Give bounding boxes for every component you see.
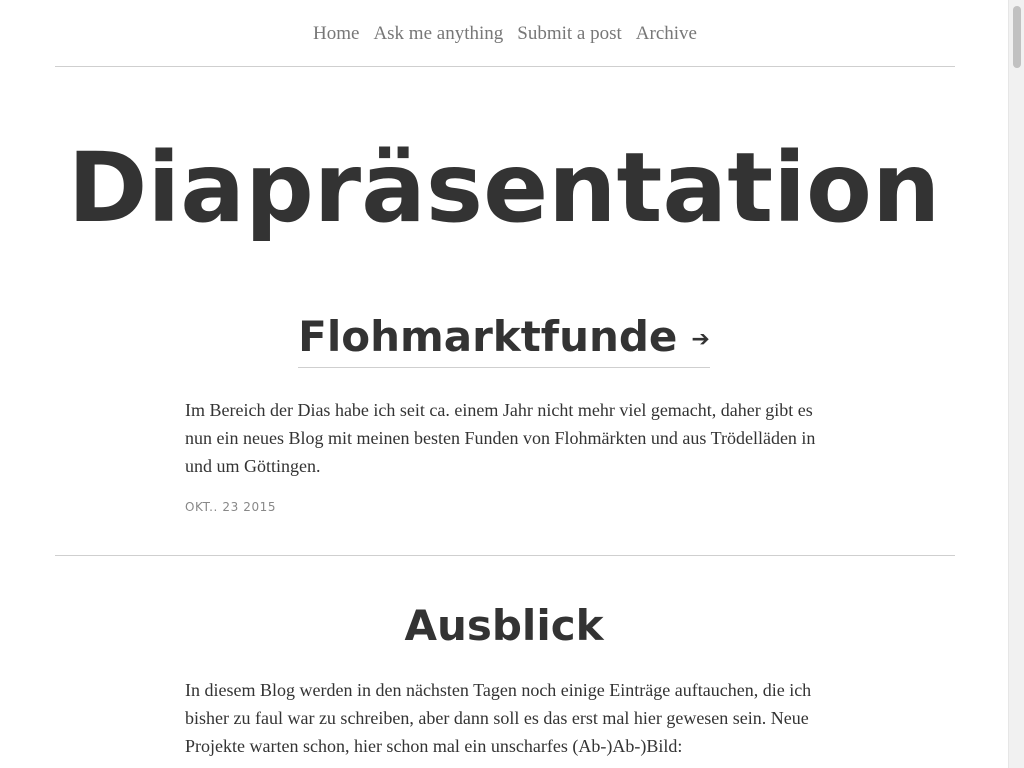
blog-title[interactable]: Diapräsentation [0,124,1008,252]
post-body: In diesem Blog werden in den nächsten Ta… [185,680,812,756]
nav-archive-link[interactable]: Archive [636,22,697,46]
post-title-container: Ausblick [0,598,1008,654]
nav-home-link[interactable]: Home [313,22,359,46]
post-date-link[interactable]: OKT.. 23 2015 [185,500,276,514]
post-title-link[interactable]: Flohmarktfunde ➔ [298,310,710,368]
post-body: Im Bereich der Dias habe ich seit ca. ei… [185,400,816,476]
vertical-scrollbar[interactable] [1008,0,1024,768]
post-divider [55,555,955,556]
blog-page: Home Ask me anything Submit a post Archi… [0,0,1008,768]
post-title: Ausblick [404,601,604,650]
nav-ask-link[interactable]: Ask me anything [373,22,503,46]
post-title-container: Flohmarktfunde ➔ [0,310,1008,368]
post-title-text: Flohmarktfunde [298,312,678,361]
arrow-right-icon: ➔ [691,326,710,352]
nav-submit-link[interactable]: Submit a post [517,22,622,46]
top-navigation: Home Ask me anything Submit a post Archi… [55,0,955,67]
scrollbar-thumb[interactable] [1013,6,1021,68]
